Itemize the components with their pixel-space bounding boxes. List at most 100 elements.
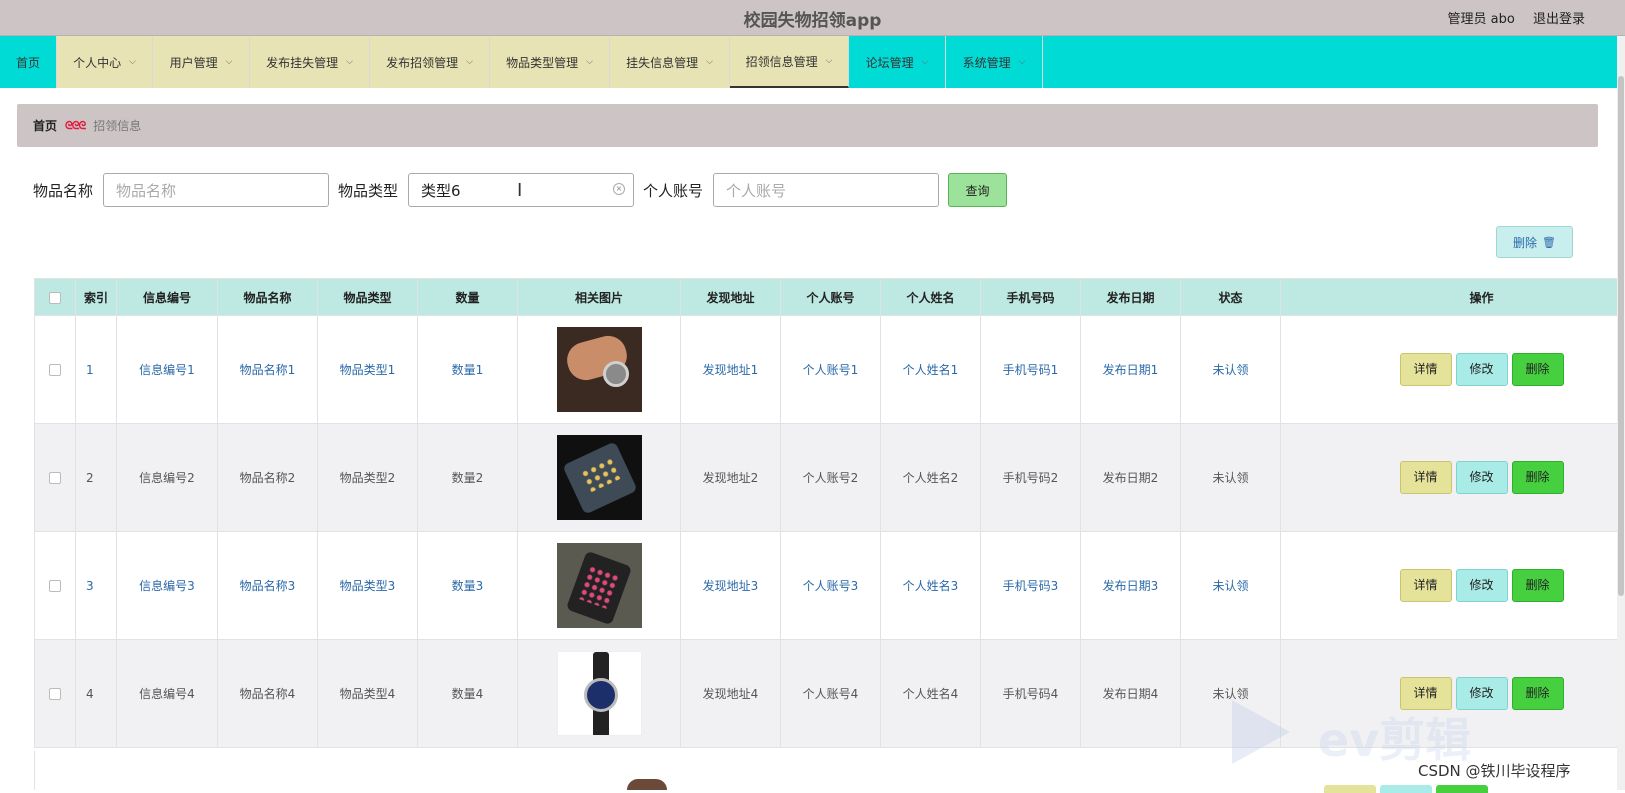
detail-button-partial[interactable] xyxy=(1324,785,1376,793)
cell-qty: 数量2 xyxy=(418,424,518,532)
chevron-down-icon: ⌵ xyxy=(586,57,593,67)
column-header: 物品名称 xyxy=(218,279,318,316)
logout-link[interactable]: 退出登录 xyxy=(1533,12,1585,27)
row-checkbox[interactable] xyxy=(49,688,61,700)
item-type-input[interactable]: 类型6 I × xyxy=(408,173,634,207)
cell-phone: 手机号码2 xyxy=(981,424,1081,532)
row-checkbox[interactable] xyxy=(49,472,61,484)
row-index: 3 xyxy=(76,532,117,640)
cell-phone: 手机号码1 xyxy=(981,316,1081,424)
column-header: 个人姓名 xyxy=(881,279,981,316)
column-header: 相关图片 xyxy=(518,279,681,316)
cell-type: 物品类型2 xyxy=(318,424,418,532)
row-checkbox[interactable] xyxy=(49,364,61,376)
nav-item-3[interactable]: 发布挂失管理 ⌵ xyxy=(250,36,370,88)
delete-button-partial[interactable] xyxy=(1436,785,1488,793)
item-name-input[interactable]: 物品名称 xyxy=(103,173,329,207)
cell-phone: 手机号码4 xyxy=(981,640,1081,748)
select-all-cell xyxy=(35,279,76,316)
account-input[interactable]: 个人账号 xyxy=(713,173,939,207)
bulk-delete-button[interactable]: 删除 🗑 xyxy=(1496,226,1573,258)
row-checkbox[interactable] xyxy=(49,580,61,592)
chevron-down-icon: ⌵ xyxy=(466,57,473,67)
breadcrumb-home[interactable]: 首页 xyxy=(33,117,57,134)
cell-address: 发现地址2 xyxy=(681,424,781,532)
cell-name: 物品名称4 xyxy=(218,640,318,748)
column-header: 信息编号 xyxy=(117,279,218,316)
nav-item-7[interactable]: 招领信息管理⌵ xyxy=(730,36,849,88)
clear-input-icon[interactable]: × xyxy=(613,183,625,195)
image-cell xyxy=(518,640,681,748)
row-select-cell xyxy=(35,532,76,640)
chevron-down-icon: ⌵ xyxy=(346,57,353,67)
cell-info_no: 信息编号1 xyxy=(117,316,218,424)
nav-item-4[interactable]: 发布招领管理 ⌵ xyxy=(370,36,490,88)
nav-item-2[interactable]: 用户管理⌵ xyxy=(153,36,250,88)
delete-button[interactable]: 删除 xyxy=(1512,353,1564,386)
claims-table: 索引信息编号物品名称物品类型数量相关图片发现地址个人账号个人姓名手机号码发布日期… xyxy=(34,278,1625,748)
row-select-cell xyxy=(35,640,76,748)
cell-qty: 数量3 xyxy=(418,532,518,640)
nav-item-6[interactable]: 挂失信息管理⌵ xyxy=(610,36,730,88)
cell-account: 个人账号4 xyxy=(781,640,881,748)
item-thumbnail[interactable] xyxy=(557,543,642,628)
nav-item-5[interactable]: 物品类型管理⌵ xyxy=(490,36,610,88)
image-cell xyxy=(518,316,681,424)
nav-item-label: 发布挂失管理 xyxy=(266,54,338,71)
column-header: 物品类型 xyxy=(318,279,418,316)
cell-account: 个人账号2 xyxy=(781,424,881,532)
cell-info_no: 信息编号3 xyxy=(117,532,218,640)
delete-button[interactable]: 删除 xyxy=(1512,569,1564,602)
cell-qty: 数量4 xyxy=(418,640,518,748)
detail-button[interactable]: 详情 xyxy=(1400,569,1452,602)
edit-button[interactable]: 修改 xyxy=(1456,569,1508,602)
breadcrumb-current: 招领信息 xyxy=(93,117,141,134)
nav-item-0[interactable]: 首页 xyxy=(0,36,57,88)
nav-item-label: 发布招领管理 xyxy=(386,54,458,71)
nav-item-label: 挂失信息管理 xyxy=(626,54,698,71)
cell-person: 个人姓名2 xyxy=(881,424,981,532)
item-thumbnail[interactable] xyxy=(557,651,642,736)
admin-label: 管理员 abo xyxy=(1448,12,1515,27)
detail-button[interactable]: 详情 xyxy=(1400,353,1452,386)
search-form: 物品名称 物品名称 物品类型 类型6 I × 个人账号 个人账号 查询 xyxy=(33,173,1007,207)
edit-button[interactable]: 修改 xyxy=(1456,353,1508,386)
item-thumbnail-partial xyxy=(627,779,667,790)
cell-account: 个人账号1 xyxy=(781,316,881,424)
account-label: 个人账号 xyxy=(643,180,703,201)
table-header-row: 索引信息编号物品名称物品类型数量相关图片发现地址个人账号个人姓名手机号码发布日期… xyxy=(35,279,1625,316)
breadcrumb: 首页 ᘓᘓᘓ 招领信息 xyxy=(17,104,1598,147)
cell-info_no: 信息编号2 xyxy=(117,424,218,532)
nav-item-1[interactable]: 个人中心⌵ xyxy=(57,36,153,88)
scrollbar-thumb[interactable] xyxy=(1618,76,1624,596)
image-cell xyxy=(518,532,681,640)
column-header: 索引 xyxy=(76,279,117,316)
actions-cell: 详情修改删除 xyxy=(1281,532,1625,640)
cell-status: 未认领 xyxy=(1181,316,1281,424)
cell-account: 个人账号3 xyxy=(781,532,881,640)
delete-button[interactable]: 删除 xyxy=(1512,461,1564,494)
cell-person: 个人姓名1 xyxy=(881,316,981,424)
item-thumbnail[interactable] xyxy=(557,327,642,412)
item-name-placeholder: 物品名称 xyxy=(116,180,176,201)
column-header: 个人账号 xyxy=(781,279,881,316)
nav-item-9[interactable]: 系统管理⌵ xyxy=(946,36,1043,88)
cell-qty: 数量1 xyxy=(418,316,518,424)
breadcrumb-separator-icon: ᘓᘓᘓ xyxy=(65,119,85,133)
page-scrollbar[interactable] xyxy=(1617,36,1625,790)
cell-date: 发布日期4 xyxy=(1081,640,1181,748)
nav-item-8[interactable]: 论坛管理⌵ xyxy=(849,36,946,88)
cell-date: 发布日期1 xyxy=(1081,316,1181,424)
column-header: 手机号码 xyxy=(981,279,1081,316)
edit-button-partial[interactable] xyxy=(1380,785,1432,793)
table-row: 2信息编号2物品名称2物品类型2数量2发现地址2个人账号2个人姓名2手机号码2发… xyxy=(35,424,1625,532)
cell-address: 发现地址4 xyxy=(681,640,781,748)
actions-cell: 详情修改删除 xyxy=(1281,424,1625,532)
item-thumbnail[interactable] xyxy=(557,435,642,520)
query-button[interactable]: 查询 xyxy=(948,173,1007,207)
cell-status: 未认领 xyxy=(1181,532,1281,640)
edit-button[interactable]: 修改 xyxy=(1456,461,1508,494)
select-all-checkbox[interactable] xyxy=(49,292,61,304)
detail-button[interactable]: 详情 xyxy=(1400,461,1452,494)
nav-item-label: 首页 xyxy=(16,54,40,71)
